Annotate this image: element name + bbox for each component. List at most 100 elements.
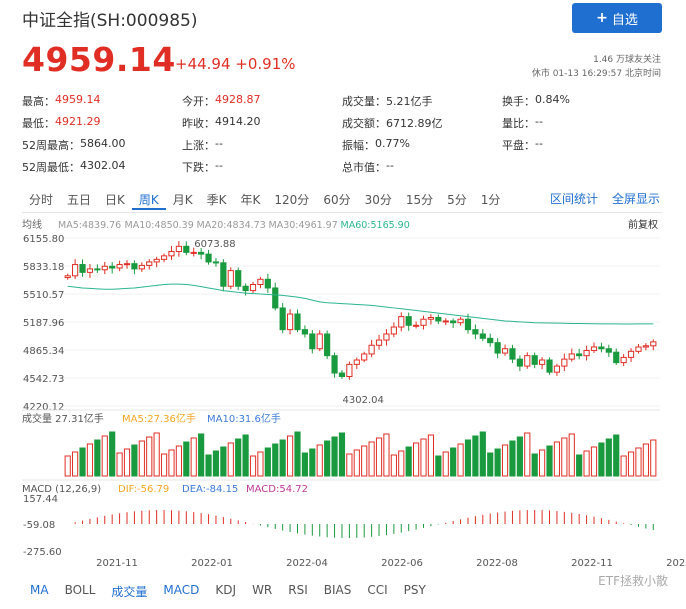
candle <box>361 353 368 361</box>
candle <box>605 348 612 353</box>
volume-bar <box>605 438 612 477</box>
price-axis-label: 4865.34 <box>23 346 64 357</box>
volume-bar <box>450 447 457 477</box>
tab-8[interactable]: 60分 <box>316 190 357 210</box>
candle <box>86 268 94 273</box>
candle <box>620 356 627 364</box>
volume-bar <box>257 451 264 477</box>
ma60-line <box>67 283 654 325</box>
volume-bar <box>301 452 309 477</box>
tab-5[interactable]: 季K <box>200 190 234 210</box>
volume-bar <box>479 431 486 477</box>
indicator-tab-8[interactable]: CCI <box>359 583 395 600</box>
stat-label: 振幅： <box>342 139 375 152</box>
interval-stats-link[interactable]: 区间统计 <box>550 190 598 207</box>
volume-bar <box>94 439 101 477</box>
tab-1[interactable]: 五日 <box>60 190 98 210</box>
candle <box>539 359 546 365</box>
add-watchlist-button[interactable]: + 自选 <box>572 3 662 33</box>
stat-cell: 平盘： -- <box>502 137 662 153</box>
stats-row: 最高： 4959.14 今开： 4928.87 成交量： 5.21亿手 换手： 0.84% <box>22 90 662 112</box>
candle <box>516 358 523 367</box>
candle <box>175 245 182 253</box>
tab-2[interactable]: 日K <box>98 190 132 210</box>
indicator-tab-1[interactable]: BOLL <box>57 583 104 600</box>
price-axis-label: 4542.73 <box>23 374 64 385</box>
candle <box>568 353 575 360</box>
price-change: +44.94 +0.91% <box>175 55 296 73</box>
tab-10[interactable]: 15分 <box>399 190 440 210</box>
page-title: 中证全指(SH:000985) <box>22 11 198 31</box>
tab-6[interactable]: 年K <box>234 190 268 210</box>
indicator-tabs: MA BOLL 成交量 MACD KDJ WR RSI BIAS CCI PSY <box>22 583 434 600</box>
stat-cell: 最低： 4921.29 <box>22 115 182 131</box>
kline-chart[interactable]: 均线 MA5:4839.76 MA10:4850.39 MA20:4834.73 MA3… <box>0 214 686 582</box>
candle <box>324 333 331 357</box>
volume-bar <box>249 455 257 477</box>
stat-value: 5.21亿手 <box>386 95 433 108</box>
indicator-tab-2[interactable]: 成交量 <box>103 583 155 600</box>
stat-value: 4302.04 <box>80 159 126 172</box>
volume-bar <box>368 441 375 477</box>
volume-bar <box>175 445 182 477</box>
candle <box>375 339 383 346</box>
ma-legend-label: 均线 <box>22 218 42 231</box>
candle <box>212 261 220 264</box>
indicator-tab-7[interactable]: BIAS <box>316 583 360 600</box>
price-axis-label: 5187.96 <box>23 318 64 329</box>
volume-bar <box>316 444 323 477</box>
stat-value: 5864.00 <box>80 137 126 150</box>
tab-4[interactable]: 月K <box>166 190 200 210</box>
stat-cell: 52周最高： 5864.00 <box>22 137 182 153</box>
indicator-tab-4[interactable]: KDJ <box>207 583 244 600</box>
date-label: 2023-01 <box>666 558 686 569</box>
tab-3[interactable]: 周K <box>131 190 166 210</box>
date-label: 2022-04 <box>286 558 328 569</box>
volume-bar <box>561 437 568 477</box>
volume-bar <box>583 450 590 477</box>
volume-bar <box>331 436 338 477</box>
candle <box>64 275 71 279</box>
change-percent: +0.91% <box>235 55 296 73</box>
volume-bar <box>390 454 397 477</box>
volume-bar <box>264 447 271 477</box>
candle <box>524 355 531 367</box>
tab-9[interactable]: 30分 <box>358 190 399 210</box>
tab-11[interactable]: 5分 <box>440 190 474 210</box>
candle <box>279 307 286 331</box>
price-axis-label: 5833.18 <box>23 262 64 273</box>
stat-value: 4914.20 <box>215 115 261 128</box>
candle <box>272 287 279 309</box>
tab-7[interactable]: 120分 <box>267 190 316 210</box>
fullscreen-link[interactable]: 全屏显示 <box>612 190 660 207</box>
candle <box>642 345 649 348</box>
tab-12[interactable]: 1分 <box>474 190 508 210</box>
candle <box>405 316 412 326</box>
stat-value: 0.77% <box>375 137 410 150</box>
stat-label: 昨收： <box>182 117 215 130</box>
candle <box>257 278 264 286</box>
candle <box>109 265 116 269</box>
indicator-tab-6[interactable]: RSI <box>280 583 316 600</box>
candle <box>79 264 86 273</box>
stat-cell: 量比： -- <box>502 115 662 131</box>
volume-bar <box>539 449 546 477</box>
indicator-tab-5[interactable]: WR <box>244 583 280 600</box>
stat-label: 量比： <box>502 117 535 130</box>
tab-0[interactable]: 分时 <box>22 190 60 210</box>
indicator-tab-3[interactable]: MACD <box>155 583 207 600</box>
change-value: +44.94 <box>175 55 231 73</box>
candle <box>183 245 190 253</box>
candle <box>235 270 242 287</box>
low-annotation: 4302.04 <box>343 395 384 406</box>
indicator-tab-9[interactable]: PSY <box>396 583 434 600</box>
volume-bar <box>160 453 168 477</box>
stat-label: 总市值： <box>342 161 386 174</box>
candle <box>472 329 479 335</box>
candle <box>309 333 316 350</box>
volume-bar <box>212 450 220 477</box>
volume-bar <box>153 432 160 477</box>
stat-value: -- <box>215 159 223 172</box>
volume-bar <box>501 444 509 477</box>
indicator-tab-0[interactable]: MA <box>22 583 57 600</box>
